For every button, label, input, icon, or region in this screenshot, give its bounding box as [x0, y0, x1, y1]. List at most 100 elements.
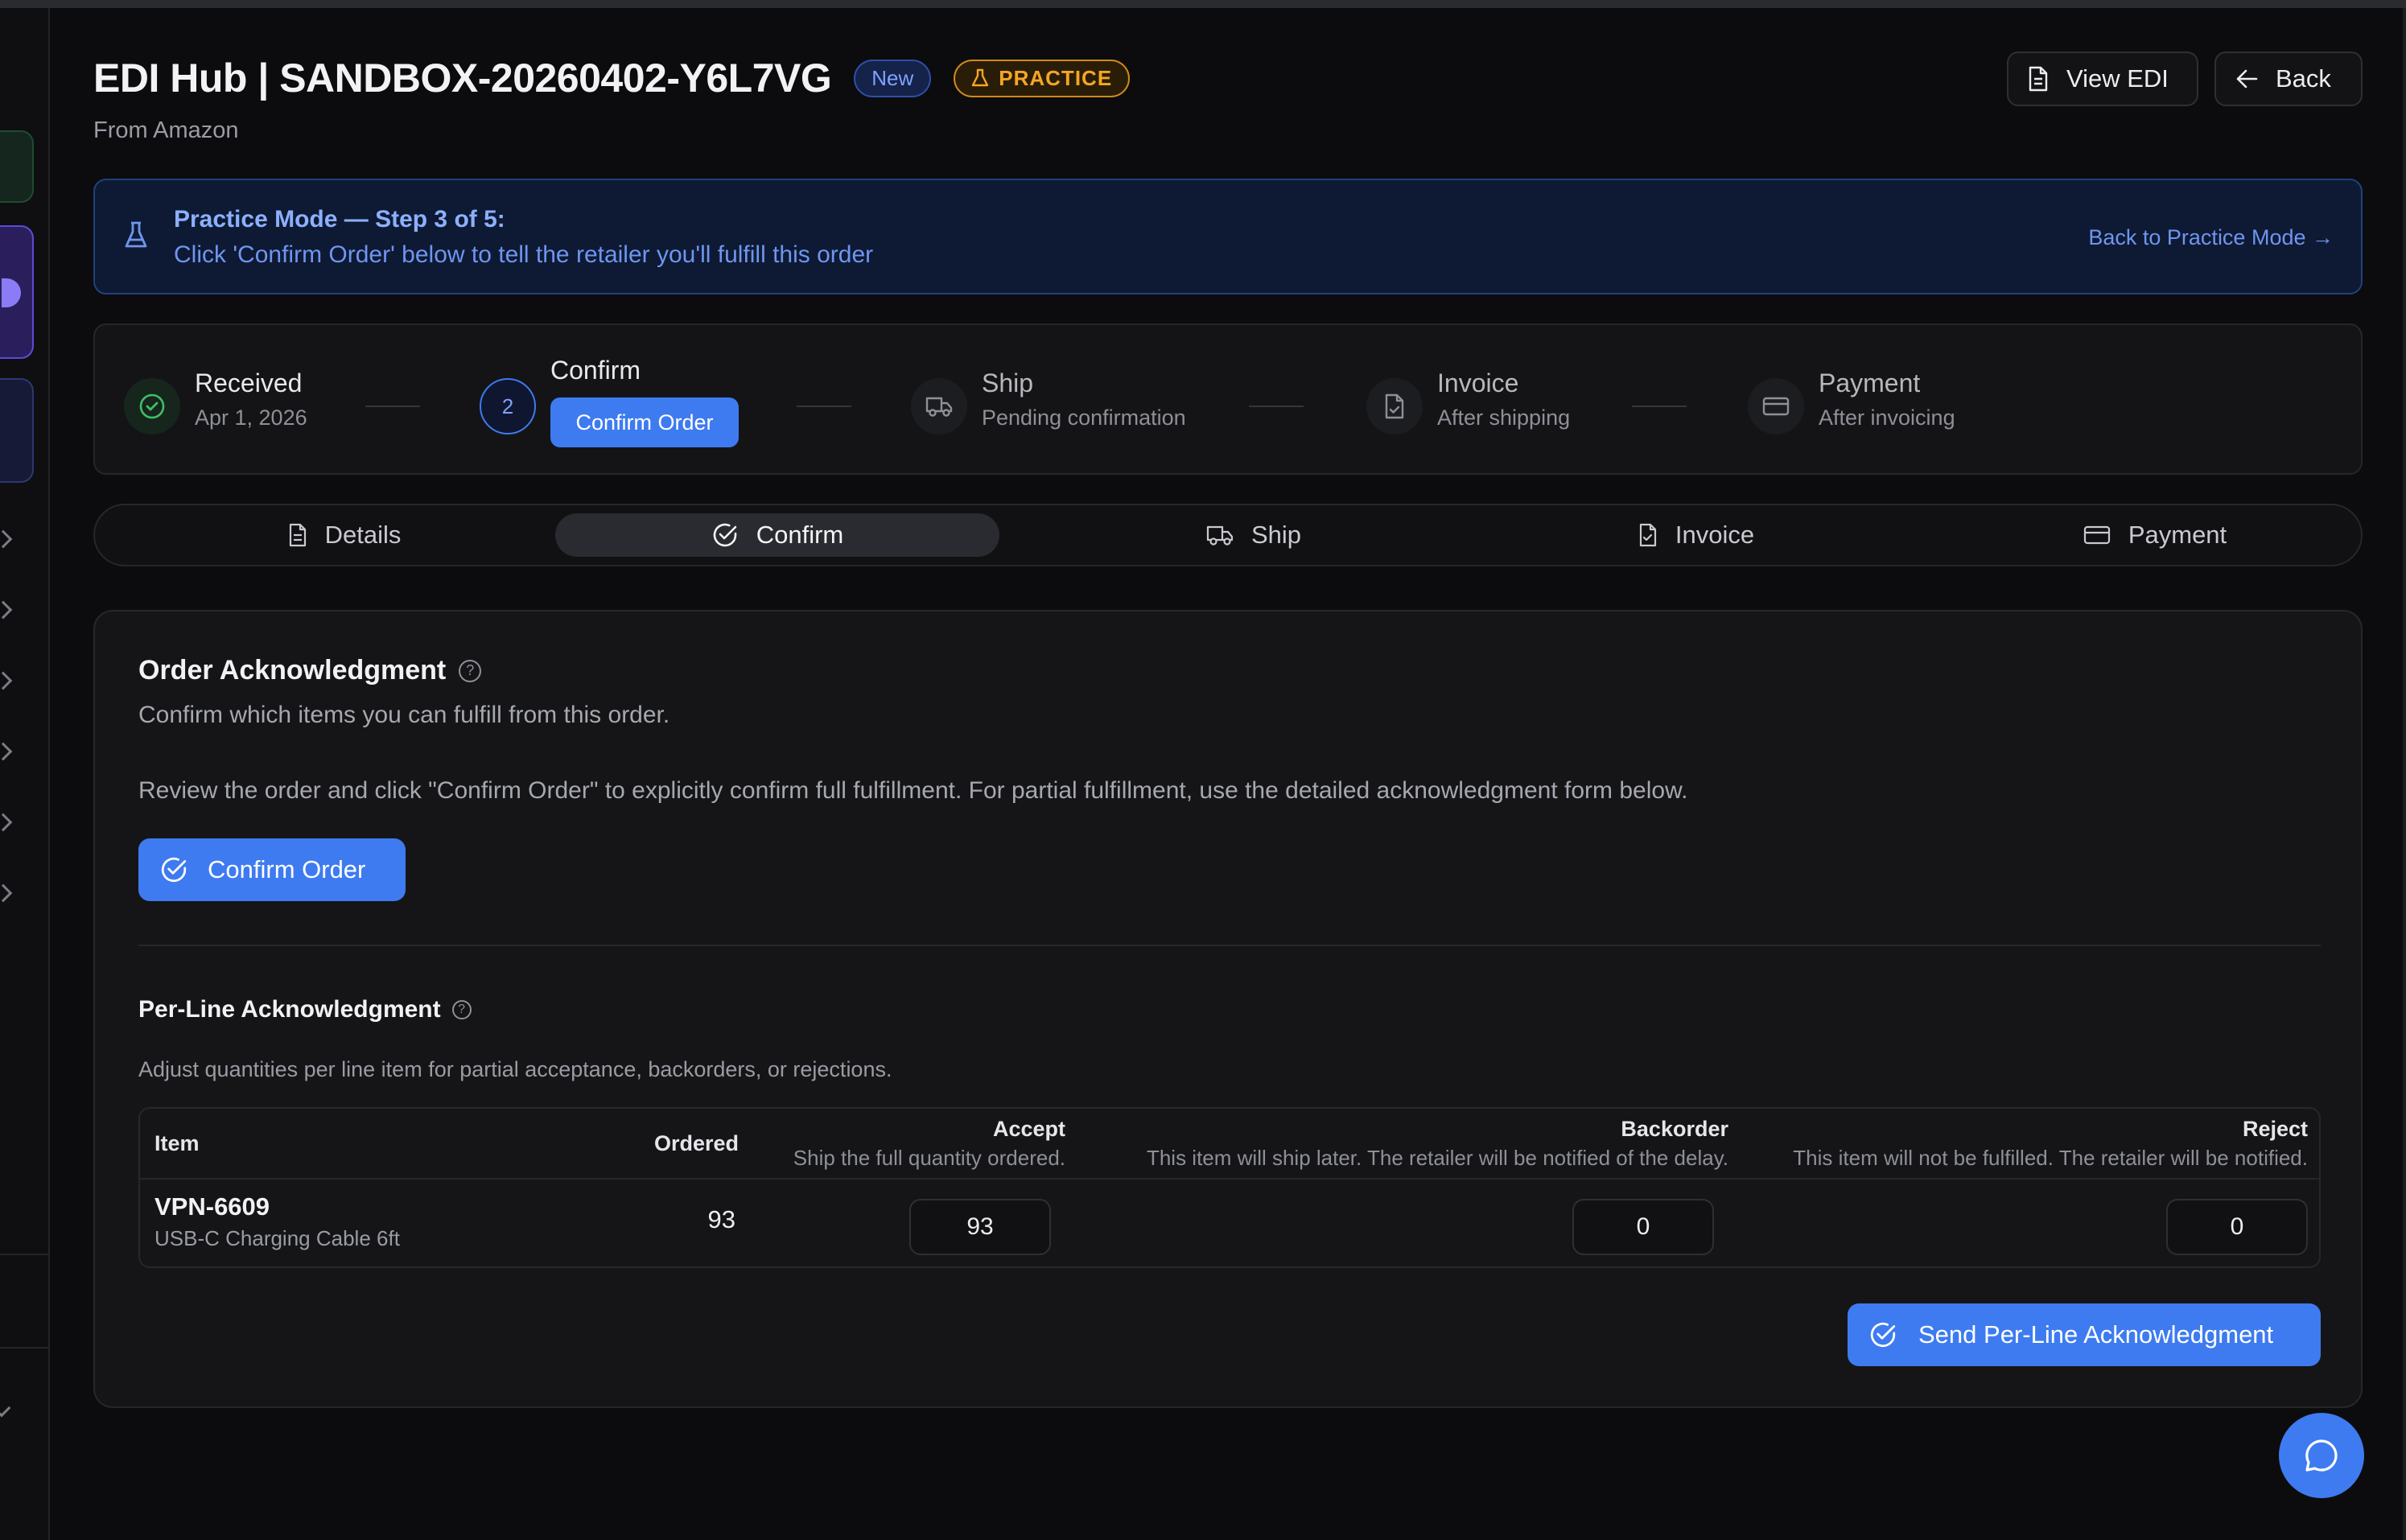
chevron-right-icon[interactable] — [0, 529, 13, 549]
backorder-quantity-input[interactable]: 0 — [1572, 1199, 1714, 1255]
tab-invoice[interactable]: Invoice — [1608, 513, 1785, 557]
column-subheader-accept: Ship the full quantity ordered. — [793, 1146, 1065, 1170]
step-sub: Apr 1, 2026 — [195, 406, 307, 430]
send-per-line-label: Send Per-Line Acknowledgment — [1918, 1320, 2274, 1349]
column-header-item: Item — [154, 1131, 200, 1155]
title-row: EDI Hub | SANDBOX-20260402-Y6L7VG New PR… — [93, 55, 1131, 101]
practice-banner: Practice Mode — Step 3 of 5: Click 'Conf… — [93, 179, 2363, 294]
column-subheader-backorder: This item will ship later. The retailer … — [1146, 1146, 1728, 1170]
step-connector — [1632, 406, 1687, 407]
sidebar-nav-item[interactable] — [0, 130, 34, 203]
sidebar — [0, 8, 50, 1540]
step-connector — [797, 406, 851, 407]
help-icon[interactable]: ? — [459, 659, 482, 682]
banner-title: Practice Mode — Step 3 of 5: — [174, 206, 505, 233]
column-header-backorder: Backorder — [1621, 1117, 1728, 1141]
order-acknowledgment-card: Order Acknowledgment ? Confirm which ite… — [93, 610, 2363, 1408]
help-icon[interactable]: ? — [451, 1000, 472, 1019]
order-progress-stepper: Received Apr 1, 2026 2 Confirm Confirm O… — [93, 323, 2363, 475]
chevron-right-icon[interactable] — [0, 883, 13, 903]
step-connector — [1249, 406, 1304, 407]
table-header: Item Ordered Accept Ship the full quanti… — [140, 1109, 2319, 1180]
confirm-order-button[interactable]: Confirm Order — [138, 838, 406, 901]
sidebar-nav-item[interactable] — [0, 378, 34, 483]
step-number: 2 — [480, 378, 536, 434]
chevron-right-icon[interactable] — [0, 813, 13, 832]
tab-payment[interactable]: Payment — [2050, 513, 2260, 557]
sidebar-divider — [0, 1254, 48, 1255]
check-circle-icon — [161, 857, 187, 883]
practice-badge: PRACTICE — [954, 59, 1131, 97]
chevron-right-icon[interactable] — [0, 671, 13, 690]
arrow-left-icon — [2236, 69, 2258, 89]
step-sub: After invoicing — [1819, 406, 1955, 430]
per-line-title-row: Per-Line Acknowledgment ? — [138, 996, 472, 1023]
step-label: Ship — [982, 369, 1034, 397]
view-edi-button[interactable]: View EDI — [2007, 51, 2198, 106]
column-header-ordered: Ordered — [653, 1131, 739, 1155]
sidebar-divider — [0, 1347, 48, 1349]
credit-card-icon — [2083, 525, 2110, 545]
back-to-practice-link[interactable]: Back to Practice Mode → — [2088, 225, 2334, 250]
reject-quantity-input[interactable]: 0 — [2166, 1199, 2308, 1255]
step-sub: Pending confirmation — [982, 406, 1186, 430]
confirm-order-label: Confirm Order — [208, 855, 366, 883]
truck-icon — [911, 378, 967, 434]
chat-bubble-icon — [2305, 1439, 2338, 1472]
step-sub: After shipping — [1437, 406, 1571, 430]
truck-icon — [1206, 525, 1234, 546]
tab-label: Invoice — [1675, 521, 1755, 549]
card-title: Order Acknowledgment — [138, 655, 447, 686]
tab-label: Details — [324, 521, 402, 549]
page-title: EDI Hub | SANDBOX-20260402-Y6L7VG — [93, 56, 832, 101]
chevron-right-icon[interactable] — [0, 742, 13, 761]
flask-icon — [125, 221, 147, 248]
per-line-description: Adjust quantities per line item for part… — [138, 1057, 892, 1081]
chevron-right-icon[interactable] — [0, 600, 13, 620]
tab-label: Confirm — [756, 521, 844, 549]
item-sku: VPN-6609 — [154, 1192, 270, 1221]
tab-label: Payment — [2128, 521, 2227, 549]
credit-card-icon — [1748, 378, 1804, 434]
column-subheader-reject: This item will not be fulfilled. The ret… — [1793, 1146, 2308, 1170]
back-label: Back — [2276, 64, 2331, 93]
file-check-icon — [1366, 378, 1423, 434]
tab-confirm[interactable]: Confirm — [555, 513, 999, 557]
window-top-edge — [0, 0, 2406, 8]
tab-ship[interactable]: Ship — [1173, 513, 1334, 557]
per-line-table: Item Ordered Accept Ship the full quanti… — [138, 1107, 2321, 1268]
column-header-reject: Reject — [2242, 1117, 2308, 1141]
step-label: Confirm — [550, 356, 641, 385]
tab-details[interactable]: Details — [256, 513, 433, 557]
order-tabs: Details Confirm Ship Invoice Payment — [93, 504, 2363, 566]
column-header-accept: Accept — [992, 1117, 1065, 1141]
step-label: Invoice — [1437, 369, 1519, 397]
ordered-quantity: 93 — [707, 1205, 735, 1233]
accept-quantity-input[interactable]: 93 — [909, 1199, 1051, 1255]
check-circle-icon — [124, 378, 180, 434]
view-edi-label: View EDI — [2066, 64, 2169, 93]
card-title-row: Order Acknowledgment ? — [138, 655, 482, 686]
sidebar-nav-item-active[interactable] — [0, 225, 34, 359]
avatar — [2, 278, 21, 307]
flask-icon — [972, 68, 989, 87]
item-description: USB-C Charging Cable 6ft — [154, 1226, 400, 1250]
document-icon — [2029, 66, 2048, 92]
banner-text: Click 'Confirm Order' below to tell the … — [174, 241, 874, 268]
step-label: Received — [195, 369, 303, 397]
document-icon — [289, 523, 306, 547]
chat-button[interactable] — [2279, 1413, 2364, 1498]
review-instructions: Review the order and click "Confirm Orde… — [138, 777, 1688, 804]
section-divider — [138, 945, 2321, 946]
send-per-line-acknowledgment-button[interactable]: Send Per-Line Acknowledgment — [1848, 1303, 2321, 1366]
stepper-confirm-order-button[interactable]: Confirm Order — [550, 397, 739, 447]
card-description: Confirm which items you can fulfill from… — [138, 702, 670, 728]
chevron-down-icon[interactable] — [0, 1398, 11, 1418]
status-badge: New — [854, 59, 932, 97]
step-label: Payment — [1819, 369, 1921, 397]
back-button[interactable]: Back — [2214, 51, 2363, 106]
practice-badge-label: PRACTICE — [999, 65, 1113, 90]
tab-label: Ship — [1250, 521, 1302, 549]
check-circle-icon — [1870, 1322, 1896, 1348]
check-circle-icon — [713, 523, 737, 547]
